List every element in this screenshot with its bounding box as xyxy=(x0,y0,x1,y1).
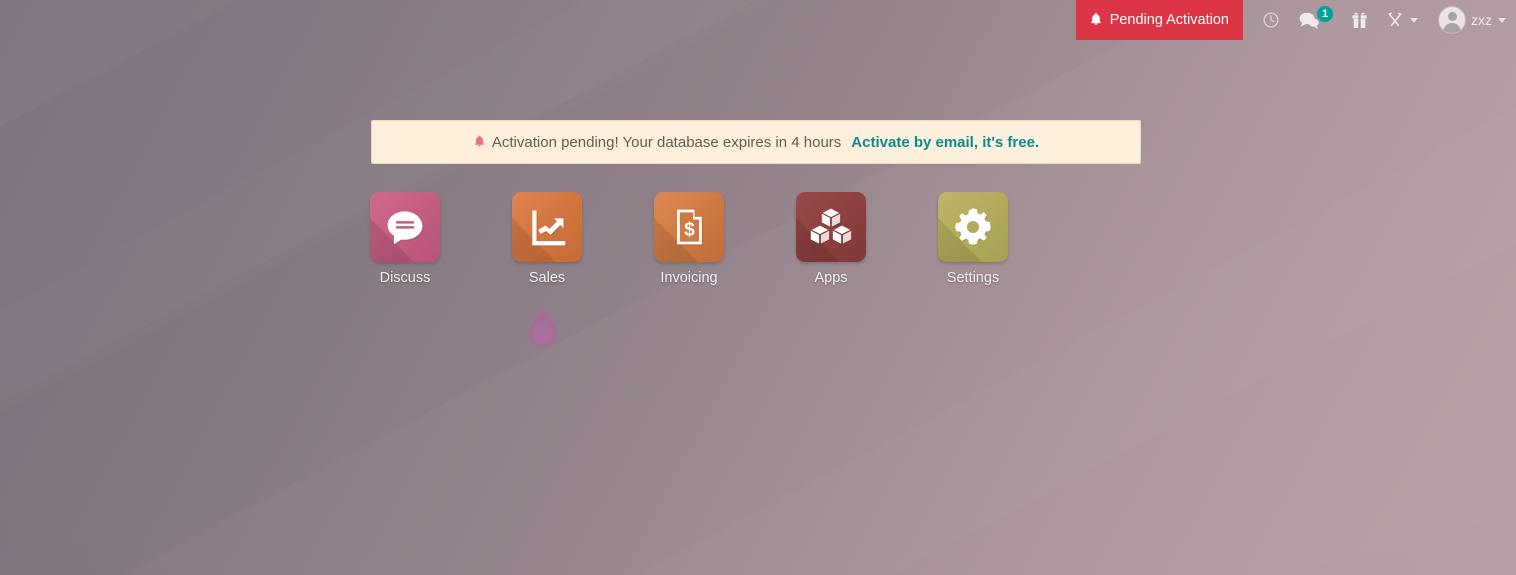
wallpaper-band xyxy=(0,0,1516,575)
app-label: Discuss xyxy=(379,270,431,286)
droplet-decoration xyxy=(526,308,560,348)
droplet-icon xyxy=(529,309,557,347)
activate-by-email-link[interactable]: Activate by email, it's free. xyxy=(851,134,1039,151)
svg-text:$: $ xyxy=(684,219,695,240)
sales-chart-icon xyxy=(532,210,566,246)
app-label: Apps xyxy=(814,270,848,286)
clock-icon xyxy=(1262,11,1280,29)
messages-button[interactable]: 1 xyxy=(1289,0,1342,40)
chevron-down-icon xyxy=(1410,17,1418,23)
pending-activation-button[interactable]: Pending Activation xyxy=(1075,0,1243,40)
bell-icon xyxy=(473,134,486,151)
wallpaper-vignette xyxy=(0,0,1516,575)
app-tile-apps[interactable]: Apps xyxy=(792,192,870,286)
app-label: Sales xyxy=(528,270,566,286)
activity-clock-button[interactable] xyxy=(1253,0,1289,40)
activation-banner: Activation pending! Your database expire… xyxy=(371,120,1141,164)
activation-message: Activation pending! Your database expire… xyxy=(491,133,842,151)
discuss-chat-icon xyxy=(387,211,423,245)
invoicing-icon-tile: $ xyxy=(654,192,724,262)
apps-cubes-icon xyxy=(810,208,852,244)
gift-button[interactable] xyxy=(1342,0,1377,40)
invoicing-doc-icon: $ xyxy=(677,209,702,245)
desktop-background xyxy=(0,0,1516,575)
app-tile-settings[interactable]: Settings xyxy=(934,192,1012,286)
settings-gear-icon xyxy=(955,208,991,245)
app-label: Invoicing xyxy=(660,270,718,286)
navbar-icon-group: 1 xyxy=(1243,0,1435,40)
app-label: Settings xyxy=(946,270,1000,286)
avatar-body xyxy=(1443,23,1461,33)
avatar-head xyxy=(1447,12,1457,21)
settings-icon-tile xyxy=(938,192,1008,262)
tools-icon xyxy=(1386,11,1404,29)
user-avatar-icon xyxy=(1439,7,1465,33)
username-label: zxz xyxy=(1471,12,1492,28)
sales-icon-tile xyxy=(512,192,582,262)
tools-menu-button[interactable] xyxy=(1377,0,1427,40)
bell-icon xyxy=(1089,12,1103,28)
navbar-right-group: Pending Activation 1 zxz xyxy=(1075,0,1516,40)
app-grid: Discuss Sales $ Invoicing Apps Settings xyxy=(366,192,1012,286)
pending-activation-label: Pending Activation xyxy=(1109,12,1229,28)
app-tile-invoicing[interactable]: $ Invoicing xyxy=(650,192,728,286)
discuss-icon-tile xyxy=(370,192,440,262)
app-tile-sales[interactable]: Sales xyxy=(508,192,586,286)
top-navbar: Pending Activation 1 zxz xyxy=(0,0,1516,40)
chevron-down-icon xyxy=(1498,17,1506,23)
wallpaper-band xyxy=(0,0,1516,575)
app-tile-discuss[interactable]: Discuss xyxy=(366,192,444,286)
messages-badge: 1 xyxy=(1317,6,1333,22)
apps-icon-tile xyxy=(796,192,866,262)
user-menu[interactable]: zxz xyxy=(1435,0,1516,40)
gift-box-icon xyxy=(1351,11,1368,29)
